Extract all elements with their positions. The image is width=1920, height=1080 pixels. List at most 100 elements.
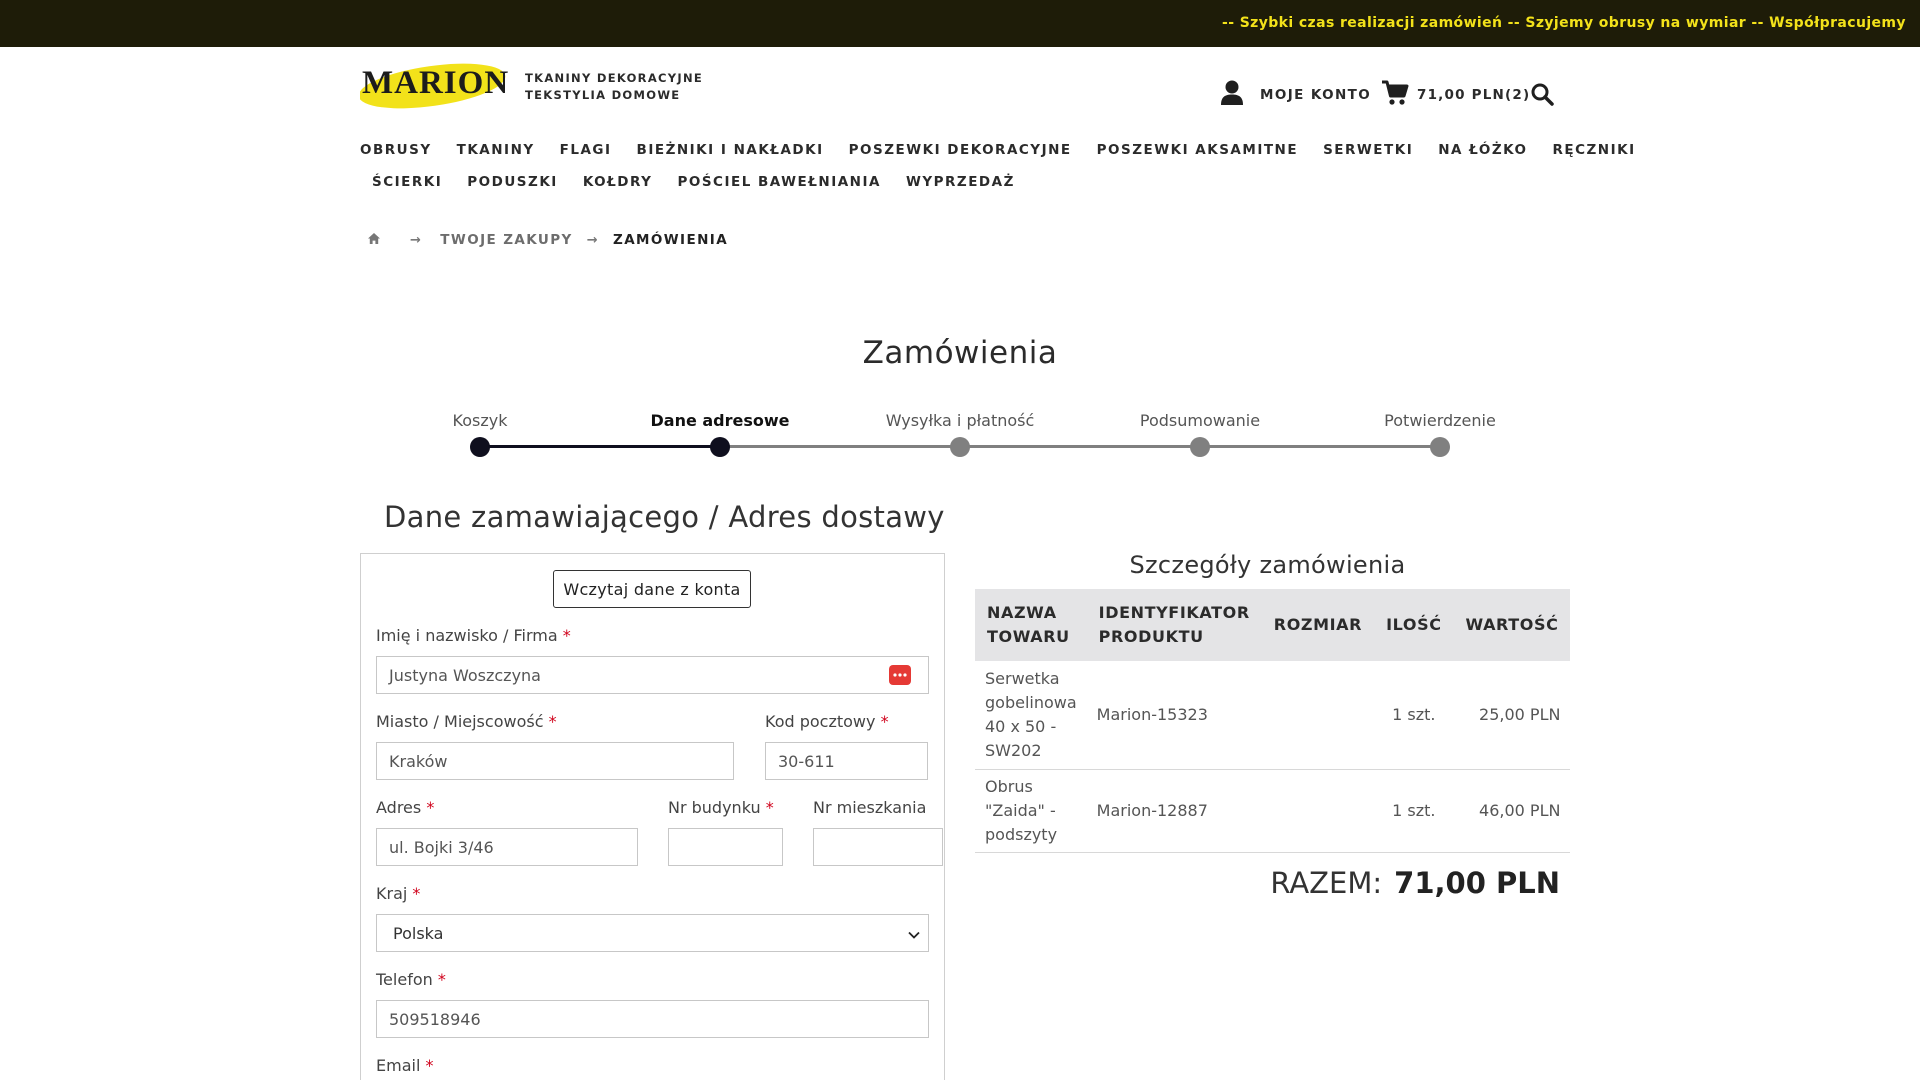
building-number-label: Nr budynku * [668, 798, 774, 817]
cart-icon [1381, 80, 1409, 110]
breadcrumb: → TWOJE ZAKUPY → ZAMÓWIENIA [368, 232, 728, 248]
progress-line-done [480, 445, 720, 448]
search-button[interactable] [1530, 82, 1554, 110]
product-size [1261, 661, 1375, 770]
country-select[interactable]: Polska [376, 914, 929, 952]
breadcrumb-current: ZAMÓWIENIA [613, 232, 729, 248]
nav-item-reczniki[interactable]: RĘCZNIKI [1552, 142, 1635, 158]
announcement-bar: -- Szybki czas realizacji zamówień -- Sz… [0, 0, 1920, 47]
postal-code-field[interactable]: 30-611 [765, 742, 928, 780]
arrow-right-icon: → [586, 232, 600, 248]
nav-item-obrusy[interactable]: OBRUSY [360, 142, 432, 158]
name-label: Imię i nazwisko / Firma * [376, 626, 571, 645]
order-table-header: NAZWA TOWARU IDENTYFIKATOR PRODUKTU ROZM… [975, 589, 1571, 661]
step-dot-wysylka [950, 437, 970, 457]
tagline: TKANINY DEKORACYJNE TEKSTYLIA DOMOWE [525, 70, 703, 104]
order-total: RAZEM: 71,00 PLN [975, 866, 1560, 900]
step-dot-koszyk[interactable] [470, 437, 490, 457]
product-name: Obrus "Zaida" - podszyty [975, 769, 1087, 853]
phone-label: Telefon * [376, 970, 446, 989]
col-header-id: IDENTYFIKATOR PRODUKTU [1086, 589, 1262, 661]
name-field[interactable]: Justyna Woszczyna [376, 656, 929, 694]
breadcrumb-twoje-zakupy[interactable]: TWOJE ZAKUPY [440, 232, 572, 248]
nav-row-1: OBRUSY TKANINY FLAGI BIEŻNIKI I NAKŁADKI… [360, 134, 1634, 166]
product-id: Marion-15323 [1086, 661, 1262, 770]
country-select-value: Polska [393, 923, 444, 943]
load-account-data-button[interactable]: Wczytaj dane z konta [553, 570, 751, 608]
product-value: 25,00 PLN [1453, 661, 1571, 770]
tagline-line2: TEKSTYLIA DOMOWE [525, 88, 681, 102]
product-qty: 1 szt. [1374, 769, 1454, 853]
announcement-ticker: -- Szybki czas realizacji zamówień -- Sz… [1222, 15, 1906, 31]
city-field-value: Kraków [389, 751, 448, 771]
step-dot-potwierdzenie [1430, 437, 1450, 457]
nav-item-scierki[interactable]: ŚCIERKI [372, 174, 442, 190]
order-total-value: 71,00 PLN [1394, 866, 1560, 900]
nav-item-poszewki-dekoracyjne[interactable]: POSZEWKI DEKORACYJNE [849, 142, 1072, 158]
order-table: NAZWA TOWARU IDENTYFIKATOR PRODUKTU ROZM… [975, 589, 1571, 853]
user-icon [1220, 80, 1244, 110]
home-icon[interactable] [368, 232, 380, 248]
step-dot-dane-adresowe [710, 437, 730, 457]
search-icon [1530, 83, 1554, 110]
main-navigation: OBRUSY TKANINY FLAGI BIEŻNIKI I NAKŁADKI… [360, 134, 1634, 198]
city-label: Miasto / Miejscowość * [376, 712, 557, 731]
step-dot-podsumowanie [1190, 437, 1210, 457]
col-header-qty: ILOŚĆ [1374, 589, 1454, 661]
product-value: 46,00 PLN [1453, 769, 1571, 853]
nav-item-posciel[interactable]: POŚCIEL BAWEŁNIANIA [677, 174, 881, 190]
arrow-right-icon: → [410, 232, 423, 248]
nav-item-wyprzedaz[interactable]: WYPRZEDAŻ [906, 174, 1015, 190]
step-label-dane-adresowe: Dane adresowe [650, 411, 790, 430]
step-label-potwierdzenie: Potwierdzenie [1384, 411, 1496, 430]
password-manager-icon[interactable] [889, 665, 911, 685]
nav-item-bieżniki[interactable]: BIEŻNIKI I NAKŁADKI [637, 142, 824, 158]
col-header-size: ROZMIAR [1261, 589, 1375, 661]
logo-text: MARION [362, 65, 509, 101]
tagline-line1: TKANINY DEKORACYJNE [525, 71, 704, 85]
product-id: Marion-12887 [1086, 769, 1262, 853]
postal-code-label: Kod pocztowy * [765, 712, 889, 731]
order-details-title: Szczegóły zamówienia [1129, 551, 1406, 579]
nav-item-tkaniny[interactable]: TKANINY [457, 142, 535, 158]
nav-item-koldry[interactable]: KOŁDRY [583, 174, 653, 190]
cart-total-label: 71,00 PLN(2) [1417, 87, 1531, 103]
col-header-value: WARTOŚĆ [1453, 589, 1571, 661]
page-title: Zamówienia [862, 335, 1058, 371]
name-field-value: Justyna Woszczyna [389, 665, 541, 685]
account-label: MOJE KONTO [1260, 87, 1372, 103]
building-number-field[interactable] [668, 828, 783, 866]
apartment-number-label: Nr mieszkania [813, 798, 927, 817]
table-row: Obrus "Zaida" - podszyty Marion-12887 1 … [975, 769, 1571, 853]
nav-item-na-lozko[interactable]: NA ŁÓŻKO [1438, 142, 1527, 158]
address-field[interactable]: ul. Bojki 3/46 [376, 828, 638, 866]
cart-link[interactable]: 71,00 PLN(2) [1381, 80, 1530, 110]
nav-item-poszewki-aksamitne[interactable]: POSZEWKI AKSAMITNE [1097, 142, 1298, 158]
table-row: Serwetka gobelinowa 40 x 50 - SW202 Mari… [975, 661, 1571, 770]
nav-item-flagi[interactable]: FLAGI [560, 142, 612, 158]
phone-field-value: 509518946 [389, 1009, 481, 1029]
postal-code-value: 30-611 [778, 751, 835, 771]
progress-line-pending [720, 445, 1440, 448]
step-label-wysylka: Wysyłka i płatność [885, 411, 1035, 430]
phone-field[interactable]: 509518946 [376, 1000, 929, 1038]
chevron-down-icon [908, 924, 920, 943]
step-label-koszyk: Koszyk [452, 411, 508, 430]
nav-row-2: ŚCIERKI PODUSZKI KOŁDRY POŚCIEL BAWEŁNIA… [360, 166, 1560, 198]
city-field[interactable]: Kraków [376, 742, 734, 780]
apartment-number-field[interactable] [813, 828, 943, 866]
col-header-name: NAZWA TOWARU [975, 589, 1087, 661]
product-name: Serwetka gobelinowa 40 x 50 - SW202 [975, 661, 1087, 770]
product-qty: 1 szt. [1374, 661, 1454, 770]
nav-item-poduszki[interactable]: PODUSZKI [467, 174, 558, 190]
address-label: Adres * [376, 798, 435, 817]
site-logo[interactable]: MARION [358, 58, 510, 110]
product-size [1261, 769, 1375, 853]
account-link[interactable]: MOJE KONTO [1220, 80, 1371, 110]
email-label: Email * [376, 1056, 434, 1075]
address-section-title: Dane zamawiającego / Adres dostawy [384, 500, 945, 534]
nav-item-serwetki[interactable]: SERWETKI [1323, 142, 1413, 158]
step-label-podsumowanie: Podsumowanie [1139, 411, 1261, 430]
checkout-progress: Koszyk Dane adresowe Wysyłka i płatność … [0, 405, 1920, 465]
country-label: Kraj * [376, 884, 421, 903]
